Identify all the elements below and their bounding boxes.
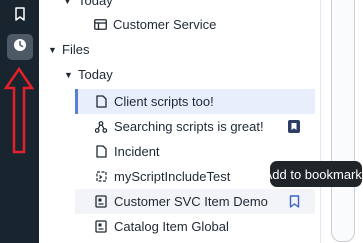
bookmark-tooltip: Add to bookmarks — [264, 161, 363, 187]
workflow-icon — [93, 119, 109, 135]
group-label: Files — [62, 42, 90, 57]
add-bookmark-icon[interactable] — [287, 194, 301, 208]
caret-down-icon: ▼ — [48, 44, 57, 55]
tree-item-label: Customer SVC Item Demo — [114, 194, 268, 209]
group-label: Today — [78, 0, 113, 8]
script-icon — [93, 169, 109, 185]
clock-icon — [13, 38, 27, 57]
form-icon — [92, 17, 108, 33]
tree-item-customer-service[interactable]: Customer Service — [39, 12, 320, 37]
red-arrow-annotation — [4, 66, 34, 154]
tree-item-customer-svc-item-demo[interactable]: Customer SVC Item Demo — [75, 189, 315, 214]
tree-item-label: Customer Service — [113, 17, 217, 32]
group-label: Today — [78, 67, 113, 82]
catalog-icon — [93, 194, 109, 210]
bookmarks-rail-button[interactable] — [7, 3, 33, 29]
document-icon — [93, 94, 109, 110]
caret-down-icon: ▼ — [64, 69, 73, 80]
icon-rail — [0, 0, 39, 243]
tree-item-client-scripts[interactable]: Client scripts too! — [75, 89, 315, 114]
catalog-icon — [93, 219, 109, 235]
tree-item-searching-scripts[interactable]: Searching scripts is great! — [75, 114, 315, 139]
tree-group-files[interactable]: ▼ Files — [39, 37, 320, 62]
tree-item-label: Catalog Item Global — [114, 219, 229, 234]
bookmarked-icon[interactable] — [287, 119, 301, 133]
tree-item-catalog-item-global[interactable]: Catalog Item Global — [75, 214, 315, 239]
caret-down-icon: ▼ — [63, 0, 72, 6]
tree-item-label: Client scripts too! — [114, 94, 214, 109]
tree-item-label: Incident — [114, 144, 160, 159]
history-tree: ▼ Today Customer Service ▼ Files ▼ Today… — [39, 0, 320, 243]
tree-item-label: myScriptIncludeTest — [114, 169, 231, 184]
document-icon — [93, 144, 109, 160]
history-rail-button[interactable] — [7, 34, 33, 60]
scrollbar-thumb[interactable] — [331, 0, 355, 242]
bookmark-icon — [14, 6, 26, 26]
tree-item-label: Searching scripts is great! — [114, 119, 264, 134]
tree-group-today[interactable]: ▼ Today — [39, 62, 320, 87]
